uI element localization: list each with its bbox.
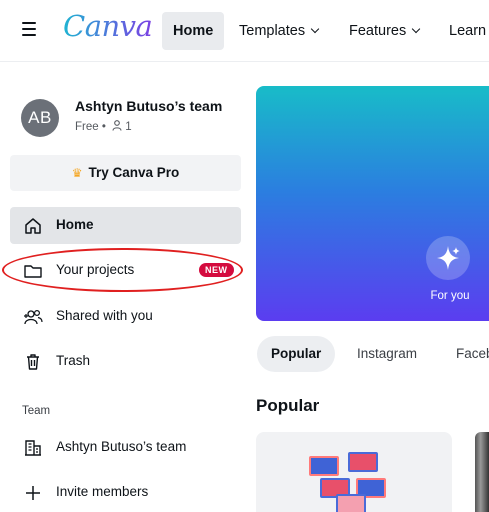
nav-home-label: Home — [173, 23, 214, 39]
nav-templates-label: Templates — [239, 23, 306, 39]
team-section-label: Team — [22, 405, 51, 417]
nav-home[interactable]: Home — [162, 12, 225, 50]
sidebar-item-your-projects[interactable]: Your projects NEW — [10, 252, 241, 289]
sparkle-icon — [437, 246, 460, 270]
pro-button-label: Try Canva Pro — [88, 165, 180, 180]
sidebar-item-label: Shared with you — [56, 308, 153, 323]
crown-icon: ♛ — [71, 166, 83, 180]
chip-popular[interactable]: Popular — [257, 336, 336, 372]
hero-banner: For you — [256, 86, 489, 321]
avatar[interactable]: AB — [21, 99, 59, 137]
canva-logo[interactable]: Canva — [63, 9, 153, 43]
chip-facebook[interactable]: Faceb — [442, 336, 489, 372]
try-canva-pro-button[interactable]: ♛ Try Canva Pro — [10, 155, 241, 191]
template-card[interactable] — [475, 432, 489, 512]
nav-templates[interactable]: Templates — [228, 12, 329, 50]
menu-icon[interactable] — [22, 22, 36, 36]
template-thumbnail — [309, 456, 339, 476]
team-name[interactable]: Ashtyn Butuso’s team — [75, 98, 222, 114]
chip-instagram[interactable]: Instagram — [343, 336, 431, 372]
for-you-label[interactable]: For you — [426, 290, 474, 302]
top-navigation: Canva Home Templates Features Learn — [0, 0, 489, 62]
trash-icon — [27, 354, 39, 370]
sidebar-item-label: Trash — [56, 353, 91, 368]
new-badge: NEW — [199, 263, 234, 277]
chevron-down-icon — [411, 24, 421, 34]
person-icon — [112, 120, 122, 131]
people-icon — [24, 309, 43, 325]
member-count: 1 — [125, 121, 132, 133]
folder-icon — [24, 265, 42, 278]
home-icon — [25, 218, 41, 234]
for-you-button[interactable] — [426, 236, 470, 280]
nav-learn-label: Learn — [449, 23, 487, 39]
template-thumbnail — [348, 452, 378, 472]
nav-features[interactable]: Features — [338, 12, 430, 50]
sidebar-item-label: Invite members — [56, 484, 149, 499]
section-title: Popular — [256, 396, 320, 415]
team-plan: Free • 1 — [75, 120, 132, 133]
template-card[interactable] — [256, 432, 452, 512]
sidebar-item-team[interactable]: Ashtyn Butuso’s team — [10, 429, 241, 466]
nav-learn[interactable]: Learn — [438, 12, 489, 50]
sidebar-item-trash[interactable]: Trash — [10, 343, 241, 380]
sidebar: AB Ashtyn Butuso’s team Free • 1 ♛ Try Ca… — [0, 63, 250, 512]
sidebar-item-invite-members[interactable]: Invite members — [10, 474, 241, 511]
building-icon — [25, 440, 41, 456]
sidebar-item-label: Your projects — [56, 262, 135, 277]
sidebar-item-shared-with-you[interactable]: Shared with you — [10, 298, 241, 335]
sidebar-item-home[interactable]: Home — [10, 207, 241, 244]
sidebar-item-label: Ashtyn Butuso’s team — [56, 439, 187, 454]
nav-features-label: Features — [349, 23, 407, 39]
chevron-down-icon — [310, 24, 320, 34]
sidebar-item-label: Home — [56, 217, 94, 232]
plus-icon — [26, 486, 40, 500]
plan-label: Free • — [75, 121, 106, 133]
template-thumbnail — [336, 494, 366, 512]
